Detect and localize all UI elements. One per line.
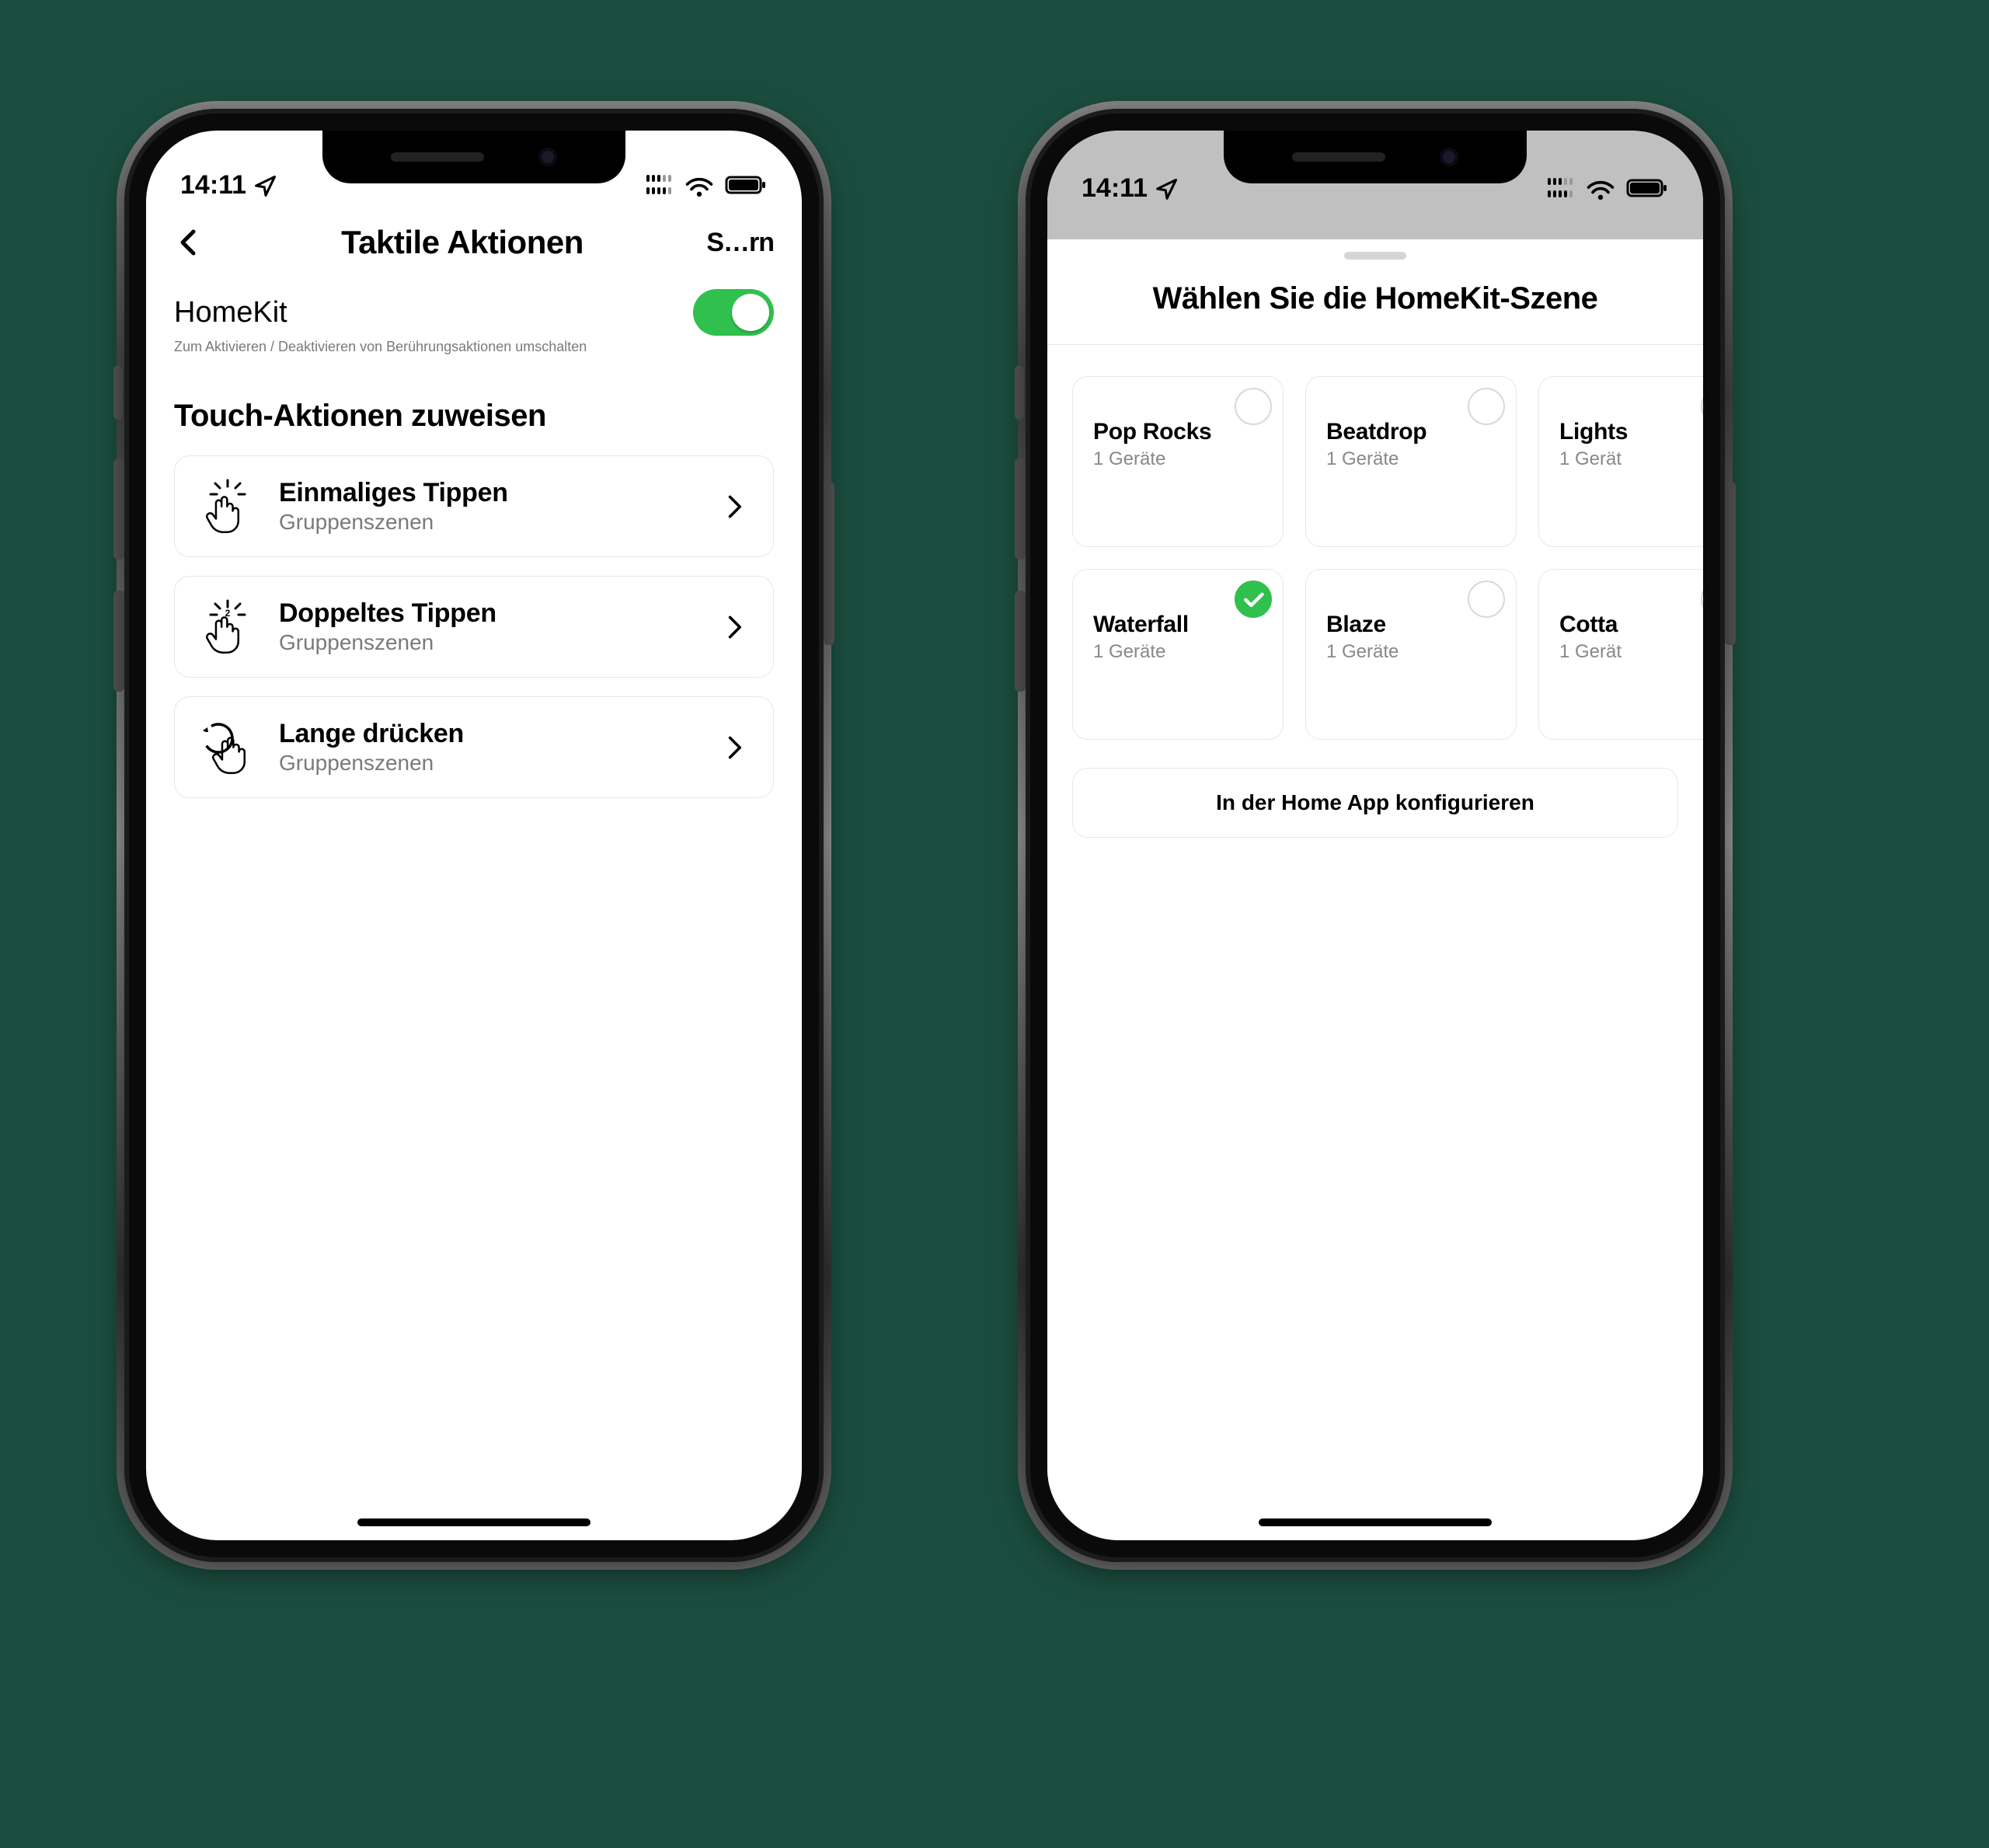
scene-count: 1 Geräte [1093,448,1263,470]
status-time: 14:11 [1082,173,1148,204]
chevron-right-icon [720,613,748,641]
page-title: Taktile Aktionen [221,224,704,261]
scene-count: 1 Geräte [1326,641,1496,663]
scene-card[interactable]: Beatdrop 1 Geräte [1305,376,1517,547]
double-tap-icon: 2 [200,599,256,655]
scene-name: Lights [1559,419,1703,445]
action-subtitle: Gruppenszenen [279,510,697,535]
action-subtitle: Gruppenszenen [279,751,697,776]
battery-icon [724,169,768,200]
action-long-press[interactable]: Lange drücken Gruppenszenen [174,696,774,798]
wifi-icon [684,171,715,199]
location-arrow-icon [1155,177,1179,200]
radio-unselected-icon [1468,581,1505,618]
scene-picker-sheet: Wählen Sie die HomeKit-Szene Pop Rocks 1… [1047,239,1703,1540]
scene-card[interactable]: Blaze 1 Geräte [1305,569,1517,740]
radio-unselected-icon [1235,388,1272,425]
section-title: Touch-Aktionen zuweisen [174,399,774,434]
action-double-tap[interactable]: 2 Doppeltes Tippen Gruppenszenen [174,576,774,678]
dual-sim-signal-icon [643,172,674,198]
location-arrow-icon [254,174,277,197]
nav-bar: Taktile Aktionen S…rn [146,208,802,283]
scene-name: Beatdrop [1326,419,1496,445]
scene-count: 1 Geräte [1326,448,1496,470]
chevron-right-icon [720,493,748,521]
action-title: Doppeltes Tippen [279,598,697,629]
homekit-label: HomeKit [174,296,287,330]
status-time: 14:11 [180,170,246,200]
scene-count: 1 Gerät [1559,448,1703,470]
action-subtitle: Gruppenszenen [279,630,697,655]
configure-in-home-app-button[interactable]: In der Home App konfigurieren [1072,768,1678,838]
action-title: Lange drücken [279,719,697,749]
long-press-icon [200,720,256,776]
wifi-icon [1585,174,1616,202]
homekit-toggle[interactable] [693,289,774,336]
scene-name: Waterfall [1093,612,1263,638]
home-indicator[interactable] [1259,1518,1492,1526]
sheet-title: Wählen Sie die HomeKit-Szene [1047,266,1703,344]
scene-count: 1 Geräte [1093,641,1263,663]
radio-selected-icon [1235,581,1272,618]
action-title: Einmaliges Tippen [279,478,697,508]
chevron-left-icon [174,227,204,258]
scene-card[interactable]: Waterfall 1 Geräte [1072,569,1284,740]
scene-card[interactable]: Pop Rocks 1 Geräte [1072,376,1284,547]
scene-name: Pop Rocks [1093,419,1263,445]
chevron-right-icon [720,734,748,762]
scene-card[interactable]: Lights 1 Gerät [1538,376,1703,547]
phone-right: 14:11 Wählen Sie die HomeKit-Szene [1026,109,1725,1562]
single-tap-icon [200,479,256,535]
scene-name: Blaze [1326,612,1496,638]
phone-left: 14:11 Taktile Aktionen S…rn [124,109,824,1562]
dual-sim-signal-icon [1545,175,1576,201]
radio-unselected-icon [1468,388,1505,425]
back-button[interactable] [174,227,221,258]
action-single-tap[interactable]: Einmaliges Tippen Gruppenszenen [174,455,774,557]
home-indicator[interactable] [357,1518,590,1526]
homekit-hint: Zum Aktivieren / Deaktivieren von Berühr… [174,339,774,355]
scene-name: Cotta [1559,612,1703,638]
sheet-grabber[interactable] [1344,252,1406,260]
scene-card[interactable]: Cotta 1 Gerät [1538,569,1703,740]
save-button[interactable]: S…rn [704,228,774,258]
scene-count: 1 Gerät [1559,641,1703,663]
check-icon [1242,588,1265,611]
battery-icon [1625,173,1669,204]
